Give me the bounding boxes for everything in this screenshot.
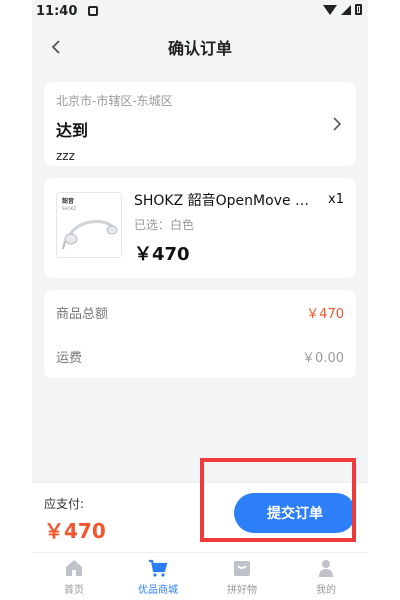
battery-icon [355,4,362,15]
product-card: 韶音 SHOKZ SHOKZ 韶音OpenMove 骨传导耳机 x1 已选：白色… [44,178,356,278]
tab-mall-label: 优品商城 [138,585,178,596]
wifi-icon [323,4,337,15]
bag-icon [234,561,250,576]
user-icon [319,560,333,577]
home-icon [66,560,82,576]
status-bar: 11:40 [32,0,368,24]
product-price: ￥470 [134,244,190,265]
chevron-right-icon [332,116,342,135]
checkout-bar: 应支付: ￥470 提交订单 [32,482,368,553]
notification-icon [88,6,98,16]
payable-amount: ￥470 [44,519,106,543]
recipient-name: 达到 [56,121,89,140]
chevron-left-icon [51,40,60,54]
submit-order-button[interactable]: 提交订单 [234,493,356,533]
bottom-tab-bar: 首页 优品商城 拼好物 我的 [32,552,368,600]
tab-home-label: 首页 [64,585,84,596]
shipping-row: 运费 ￥0.00 [56,334,344,378]
tab-group-buy[interactable]: 拼好物 [200,553,284,600]
tab-profile-label: 我的 [316,585,336,596]
address-detail: zzz [56,149,75,163]
tab-profile[interactable]: 我的 [284,553,368,600]
status-indicators [323,4,362,15]
address-region: 北京市-市辖区-东城区 [56,94,173,108]
back-button[interactable] [46,37,66,57]
shipping-label: 运费 [56,350,83,366]
product-name: SHOKZ 韶音OpenMove 骨传导耳机 [134,193,314,209]
goods-total-row: 商品总额 ￥470 [56,290,344,334]
tab-home[interactable]: 首页 [32,553,116,600]
page-title: 确认订单 [167,39,232,58]
tab-group-buy-label: 拼好物 [227,585,257,596]
page-header: 确认订单 [32,24,368,70]
product-quantity: x1 [328,192,344,207]
cart-icon [149,559,168,577]
shipping-value: ￥0.00 [302,350,344,366]
goods-total-label: 商品总额 [56,306,109,322]
address-card[interactable]: 北京市-市辖区-东城区 达到 zzz [44,82,356,166]
product-image: 韶音 SHOKZ [56,192,122,258]
order-summary-card: 商品总额 ￥470 运费 ￥0.00 [44,290,356,378]
payable-label: 应支付: [44,497,85,511]
status-time: 11:40 [36,4,78,19]
goods-total-value: ￥470 [306,306,344,322]
tab-mall[interactable]: 优品商城 [116,553,200,600]
product-image-logo: 韶音 SHOKZ [62,198,77,211]
product-spec: 已选：白色 [134,218,195,232]
signal-icon [341,4,351,15]
phone-screen: 11:40 确认订单 北京市-市辖区-东城区 达到 zzz 韶音 SHOKZ S… [32,0,368,600]
